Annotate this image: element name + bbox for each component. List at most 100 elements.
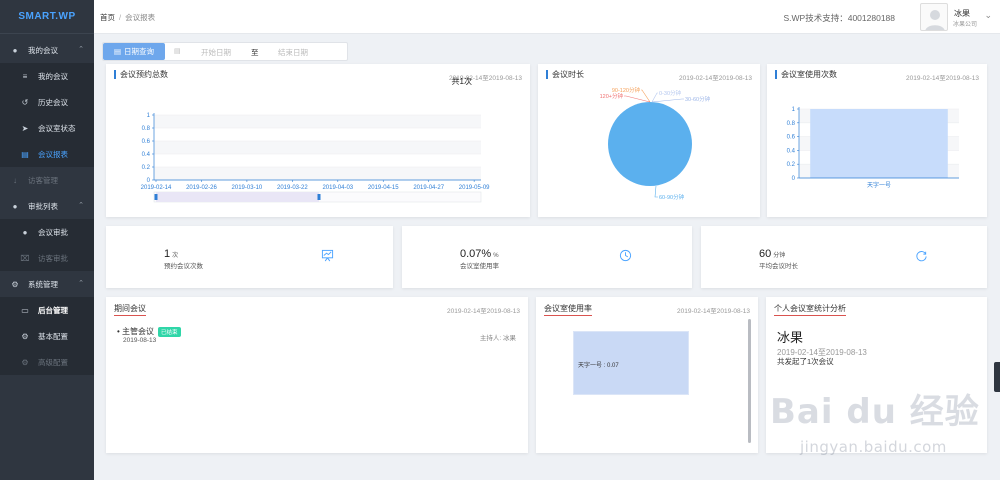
personal-analysis-card: 个人会议室统计分析 冰果 2019-02-14至2019-08-13 共发起了1… [766,297,987,453]
clock-icon [619,249,632,262]
calendar-icon: ▤ [113,47,122,56]
usage-rate-card: 会议室使用率 2019-02-14至2019-08-13 天字一号 : 0.07 [536,297,758,453]
sidebar-item-label: 历史会议 [38,97,68,107]
y-tick-label: 0 [147,178,151,184]
stat-label: 预约会议次数 [164,263,203,270]
card-title: 会议室使用率 [544,303,592,316]
pie-label: 60-90分钟 [659,193,685,201]
scrollbar[interactable] [748,319,751,443]
nav-group-my-meetings[interactable]: ● 我的会议 ⌃ [0,37,94,63]
avatar[interactable] [920,3,948,31]
chevron-up-icon: ⌃ [78,46,84,53]
send-icon: ➤ [21,123,29,133]
duration-pie-chart: 0-30分钟30-60分钟 60-90分钟 90-120分钟120+分钟 [600,86,711,201]
sidebar-item-advanced-config[interactable]: ⚙ 高级配置 [0,349,94,375]
stat-unit: 次 [172,253,179,259]
x-tick-label: 2019-02-14 [141,185,172,191]
presentation-icon [321,249,334,262]
sidebar-item-meeting-approval[interactable]: ● 会议审批 [0,219,94,245]
treemap-block-tianzi-1[interactable]: 天字一号 : 0.07 [573,331,689,395]
sidebar-item-meeting-report[interactable]: ▤ 会议报表 [0,141,94,167]
visitor-icon: ⌧ [20,253,30,263]
personal-name: 冰果 [777,330,804,345]
y-tick-label: 0.6 [787,135,796,141]
grid-band [154,141,481,154]
sidebar: SMART.WP ● 我的会议 ⌃ ≡ 我的会议 ↺ 历史会议 ➤ 会议室状态 … [0,0,94,480]
card-title: 期间会议 [114,303,146,316]
monitor-icon: ▭ [21,305,29,315]
zoom-window [156,192,319,202]
stat-card-bookings: 1次 预约会议次数 [106,226,393,288]
period-meetings-card: 期间会议 2019-02-14至2019-08-13 • 主管会议 已结束 201… [106,297,528,453]
breadcrumb-home[interactable]: 首页 [100,13,115,22]
sidebar-item-history[interactable]: ↺ 历史会议 [0,89,94,115]
nav-group-system[interactable]: ⚙ 系统管理 ⌃ [0,271,94,297]
sidebar-item-room-status[interactable]: ➤ 会议室状态 [0,115,94,141]
nav-group-label: 访客管理 [28,175,58,185]
stat-value: 1次 [164,248,178,260]
sidebar-item-basic-config[interactable]: ⚙ 基本配置 [0,323,94,349]
meeting-title[interactable]: 主管会议 [122,327,154,336]
grid-band [154,128,481,141]
calendar-icon: ▤ [174,48,181,55]
grid-band [154,167,481,180]
pie-leader-line [651,92,658,103]
date-filter: ▤ 日期查询 ▤ 开始日期 至 结束日期 [102,42,348,61]
settings-icon: ⚙ [11,279,19,289]
stat-number: 0.07% [460,248,492,260]
sidebar-item-label: 访客审批 [38,253,68,263]
stat-unit: % [493,253,499,259]
grid-band [154,154,481,167]
x-tick-label: 2019-03-22 [277,185,308,191]
stat-unit: 分钟 [773,253,786,259]
y-tick-label: 1 [792,107,796,113]
pie-leader-line [651,98,684,103]
brand-logo[interactable]: SMART.WP [0,0,94,34]
user-icon: ● [12,201,18,211]
sidebar-item-label: 会议审批 [38,227,68,237]
y-tick-label: 0.8 [787,121,796,127]
top-header: 首页 / 会议报表 S.WP技术支持：4001280188 冰果 冰果公司 ⌄ [94,0,1000,34]
x-tick-label: 2019-04-27 [413,185,444,191]
x-tick-label: 2019-03-10 [232,185,263,191]
nav-group-label: 审批列表 [28,201,58,211]
sidebar-item-label: 基本配置 [38,331,68,341]
nav-group-label: 我的会议 [28,45,58,55]
end-date-input[interactable]: 结束日期 [278,47,308,58]
room-usage-count-card: 会议室使用次数 2019-02-14至2019-08-13 0 0.2 0.4 0.6… [767,64,987,217]
report-icon: ▤ [21,149,29,159]
sidebar-item-label: 高级配置 [38,357,68,367]
room-usage-bar-chart: 0 0.2 0.4 0.6 0.8 1 天字一号 [787,107,959,189]
date-query-button[interactable]: ▤ 日期查询 [103,43,165,60]
start-date-input[interactable]: 开始日期 [201,47,231,58]
pie-label: 0-30分钟 [659,89,682,97]
history-icon: ↺ [21,97,29,107]
visitor-icon: ↓ [13,175,17,185]
y-tick-label: 0.4 [787,148,796,154]
sidebar-item-label: 我的会议 [38,71,68,81]
x-tick-label: 2019-04-15 [368,185,399,191]
sidebar-item-admin[interactable]: ▭ 后台管理 [0,297,94,323]
chevron-down-icon[interactable]: ⌄ [984,10,992,21]
gear-icon: ⚙ [21,357,29,367]
sidebar-item-visitor-approval[interactable]: ⌧ 访客审批 [0,245,94,271]
nav-group-label: 系统管理 [28,279,58,289]
zoom-handle [317,194,321,200]
range-separator: 至 [251,48,259,57]
duration-card: 会议时长 2019-02-14至2019-08-13 0-30分钟 30-60分钟… [538,64,760,217]
user-company: 冰果公司 [952,22,977,28]
bookings-line-chart: 0 0.2 0.4 0.6 0.8 1 2019-02-14 2019-02-26 2019-0… [141,113,490,203]
card-date-range: 2019-02-14至2019-08-13 [677,308,750,315]
stat-value: 60 分钟 [759,248,785,260]
nav-group-visitors[interactable]: ↓ 访客管理 [0,167,94,193]
side-tab[interactable] [994,362,1000,392]
stat-value: 0.07%% [460,248,499,260]
sidebar-item-my-meetings[interactable]: ≡ 我的会议 [0,63,94,89]
support-phone: S.WP技术支持：4001280188 [783,13,896,23]
sidebar-item-label: 会议室状态 [38,123,76,133]
bar [810,109,948,178]
gear-icon: ⚙ [21,331,29,341]
user-name[interactable]: 冰果 [954,8,970,19]
meeting-item[interactable]: • 主管会议 已结束 [117,326,181,337]
nav-group-approvals[interactable]: ● 审批列表 ⌃ [0,193,94,219]
